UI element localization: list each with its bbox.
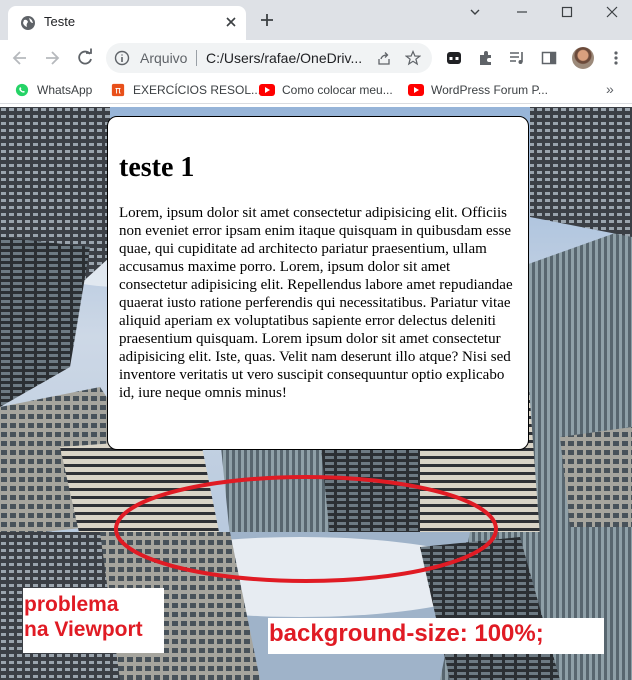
url-text[interactable]: C:/Users/rafae/OneDriv... <box>206 50 376 66</box>
more-bookmarks-chevron[interactable]: » <box>606 81 614 97</box>
maximize-icon[interactable] <box>559 4 575 20</box>
close-window-icon[interactable] <box>604 4 620 20</box>
minimize-icon[interactable] <box>514 4 530 20</box>
menu-kebab-icon[interactable] <box>607 49 625 67</box>
annotation-label-background-size: background-size: 100%; <box>268 618 604 654</box>
bookmark-label: WordPress Forum P... <box>431 83 548 97</box>
bookmark-label: EXERCÍCIOS RESOL... <box>133 83 262 97</box>
back-icon[interactable] <box>10 48 30 68</box>
page-paragraph: Lorem, ipsum dolor sit amet consectetur … <box>119 205 513 401</box>
reload-icon[interactable] <box>75 48 95 68</box>
url-scheme: Arquivo <box>140 50 188 66</box>
annotation-line-1: problema <box>24 593 119 616</box>
media-queue-icon[interactable] <box>508 49 526 67</box>
extension-app-icon[interactable] <box>445 49 463 67</box>
pi-icon: π <box>111 83 125 97</box>
extensions-puzzle-icon[interactable] <box>477 49 495 67</box>
bookmark-whatsapp[interactable]: WhatsApp <box>14 81 92 99</box>
svg-text:π: π <box>115 86 121 97</box>
tab-search-icon[interactable] <box>467 4 483 20</box>
side-panel-icon[interactable] <box>540 49 558 67</box>
toolbar: Arquivo C:/Users/rafae/OneDriv... <box>0 40 632 76</box>
tab-bar: Teste <box>0 0 632 40</box>
new-tab-icon[interactable] <box>259 12 275 28</box>
forward-icon[interactable] <box>42 48 62 68</box>
youtube-icon <box>408 84 424 96</box>
bookmark-como-colocar[interactable]: Como colocar meu... <box>259 81 393 99</box>
annotation-label-viewport: problema na Viewport <box>23 588 164 653</box>
address-bar[interactable]: Arquivo C:/Users/rafae/OneDriv... <box>106 43 432 73</box>
url-divider <box>196 50 197 66</box>
tab-title: Teste <box>44 14 76 29</box>
content-card: teste 1 Lorem, ipsum dolor sit amet cons… <box>107 116 529 450</box>
globe-icon <box>21 16 35 30</box>
tab-teste[interactable]: Teste <box>8 6 246 40</box>
whatsapp-icon <box>15 83 29 97</box>
info-icon[interactable] <box>114 50 130 66</box>
bookmark-wordpress-forum[interactable]: WordPress Forum P... <box>408 81 548 99</box>
share-icon[interactable] <box>376 50 392 66</box>
annotation-line-2: na Viewport <box>24 618 143 641</box>
youtube-icon <box>259 84 275 96</box>
close-tab-icon[interactable] <box>224 15 238 29</box>
bookmarks-bar: WhatsApp π EXERCÍCIOS RESOL... Como colo… <box>0 76 632 104</box>
annotation-circle <box>114 475 498 583</box>
page-heading: teste 1 <box>119 152 195 183</box>
profile-avatar[interactable] <box>572 47 594 69</box>
page-viewport: teste 1 Lorem, ipsum dolor sit amet cons… <box>0 107 632 680</box>
bookmark-exercicios[interactable]: π EXERCÍCIOS RESOL... <box>110 81 261 99</box>
bookmark-star-icon[interactable] <box>405 50 421 66</box>
bookmark-label: WhatsApp <box>37 83 93 97</box>
bookmark-label: Como colocar meu... <box>282 83 393 97</box>
